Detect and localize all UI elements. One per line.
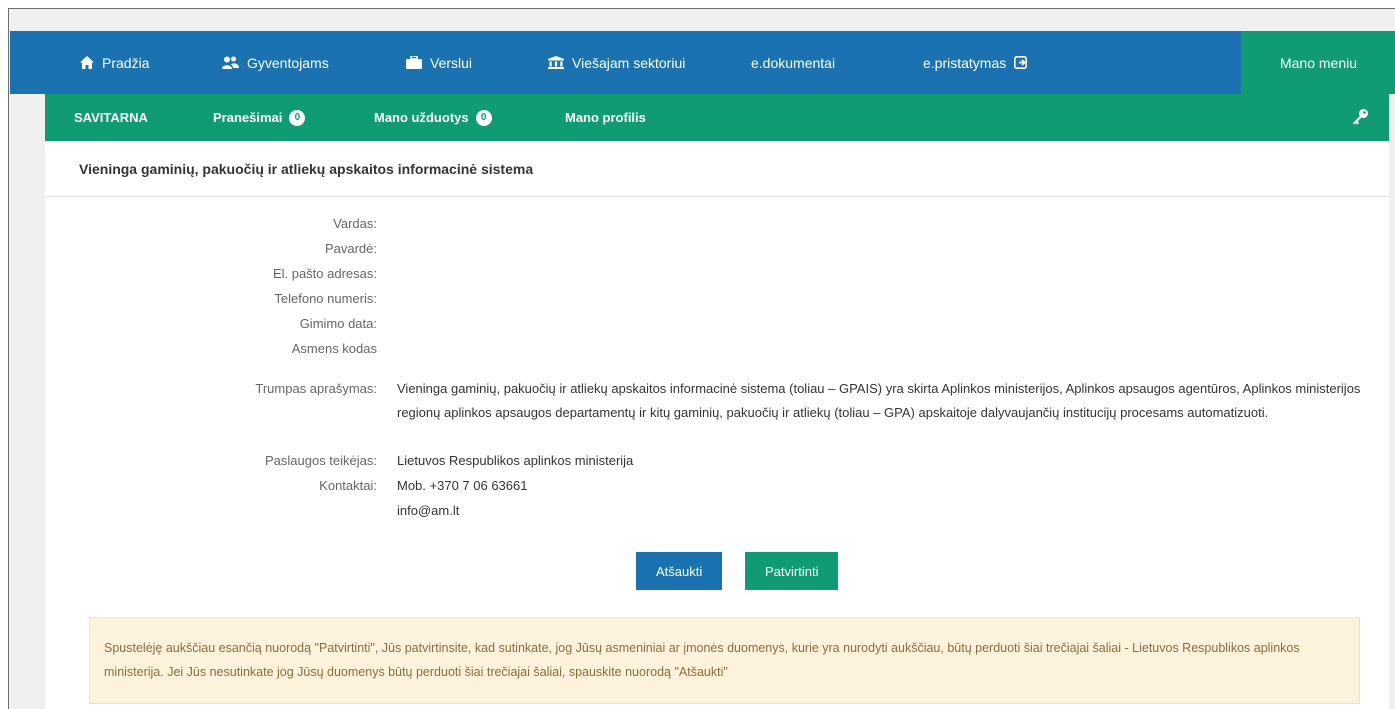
description-label: Trumpas aprašymas: <box>255 381 377 396</box>
home-icon <box>80 56 94 69</box>
nav-residents[interactable]: Gyventojams <box>222 31 329 94</box>
sub-navigation: SAVITARNA Pranešimai 0 Mano užduotys 0 M… <box>45 94 1389 141</box>
my-menu-button[interactable]: Mano meniu <box>1241 31 1395 94</box>
top-navigation: Pradžia Gyventojams Verslui Viešajam sek… <box>10 31 1395 94</box>
confirm-button[interactable]: Patvirtinti <box>745 552 839 590</box>
contact-email: info@am.lt <box>397 503 460 518</box>
field-birthdate-label: Gimimo data: <box>299 316 377 331</box>
nav-edocuments[interactable]: e.dokumentai <box>751 31 835 94</box>
subnav-self-service[interactable]: SAVITARNA <box>74 94 148 141</box>
external-link-icon <box>1014 56 1028 69</box>
contacts-label: Kontaktai: <box>319 478 377 493</box>
field-surname-label: Pavardė: <box>324 241 377 256</box>
subnav-my-profile[interactable]: Mano profilis <box>565 94 646 141</box>
description-text: Vieninga gaminių, pakuočių ir atliekų ap… <box>397 381 1361 420</box>
field-email-label: El. pašto adresas: <box>272 266 377 281</box>
page-title: Vieninga gaminių, pakuočių ir atliekų ap… <box>45 141 1389 197</box>
users-icon <box>222 56 239 69</box>
nav-residents-label: Gyventojams <box>247 54 329 71</box>
messages-count-badge: 0 <box>289 109 306 126</box>
field-name-label: Vardas: <box>333 216 377 231</box>
subnav-messages[interactable]: Pranešimai 0 <box>213 94 306 141</box>
nav-business[interactable]: Verslui <box>406 31 472 94</box>
provider-label: Paslaugos teikėjas: <box>264 453 377 468</box>
field-phone-label: Telefono numeris: <box>274 291 377 306</box>
nav-edelivery-label: e.pristatymas <box>923 54 1007 71</box>
nav-edelivery[interactable]: e.pristatymas <box>923 31 1028 94</box>
provider-value: Lietuvos Respublikos aplinkos ministerij… <box>397 453 634 468</box>
subnav-self-service-label: SAVITARNA <box>74 110 148 125</box>
nav-public-sector-label: Viešajam sektoriui <box>572 54 686 71</box>
subnav-messages-label: Pranešimai <box>213 110 283 125</box>
key-icon[interactable] <box>1352 108 1369 125</box>
tasks-count-badge: 0 <box>475 109 492 126</box>
cancel-button[interactable]: Atšaukti <box>636 552 723 590</box>
subnav-my-profile-label: Mano profilis <box>565 110 646 125</box>
nav-edocuments-label: e.dokumentai <box>751 54 836 71</box>
consent-notice: Spustelėję aukščiau esančią nuorodą "Pat… <box>89 617 1360 704</box>
field-personal-code-label: Asmens kodas <box>291 341 377 356</box>
window-frame: Pradžia Gyventojams Verslui Viešajam sek… <box>8 8 1395 709</box>
page-title-text: Vieninga gaminių, pakuočių ir atliekų ap… <box>79 160 534 177</box>
nav-public-sector[interactable]: Viešajam sektoriui <box>548 31 685 94</box>
subnav-my-tasks[interactable]: Mano užduotys 0 <box>374 94 492 141</box>
briefcase-icon <box>406 56 422 69</box>
consent-notice-text: Spustelėję aukščiau esančią nuorodą "Pat… <box>104 641 1300 679</box>
subnav-my-tasks-label: Mano užduotys <box>374 110 469 125</box>
institution-icon <box>548 56 564 69</box>
nav-home[interactable]: Pradžia <box>80 31 149 94</box>
contact-phone: Mob. +370 7 06 63661 <box>397 478 528 493</box>
service-panel: Vieninga gaminių, pakuočių ir atliekų ap… <box>45 141 1389 709</box>
nav-home-label: Pradžia <box>102 54 150 71</box>
nav-business-label: Verslui <box>430 54 473 71</box>
my-menu-label: Mano meniu <box>1279 54 1358 71</box>
